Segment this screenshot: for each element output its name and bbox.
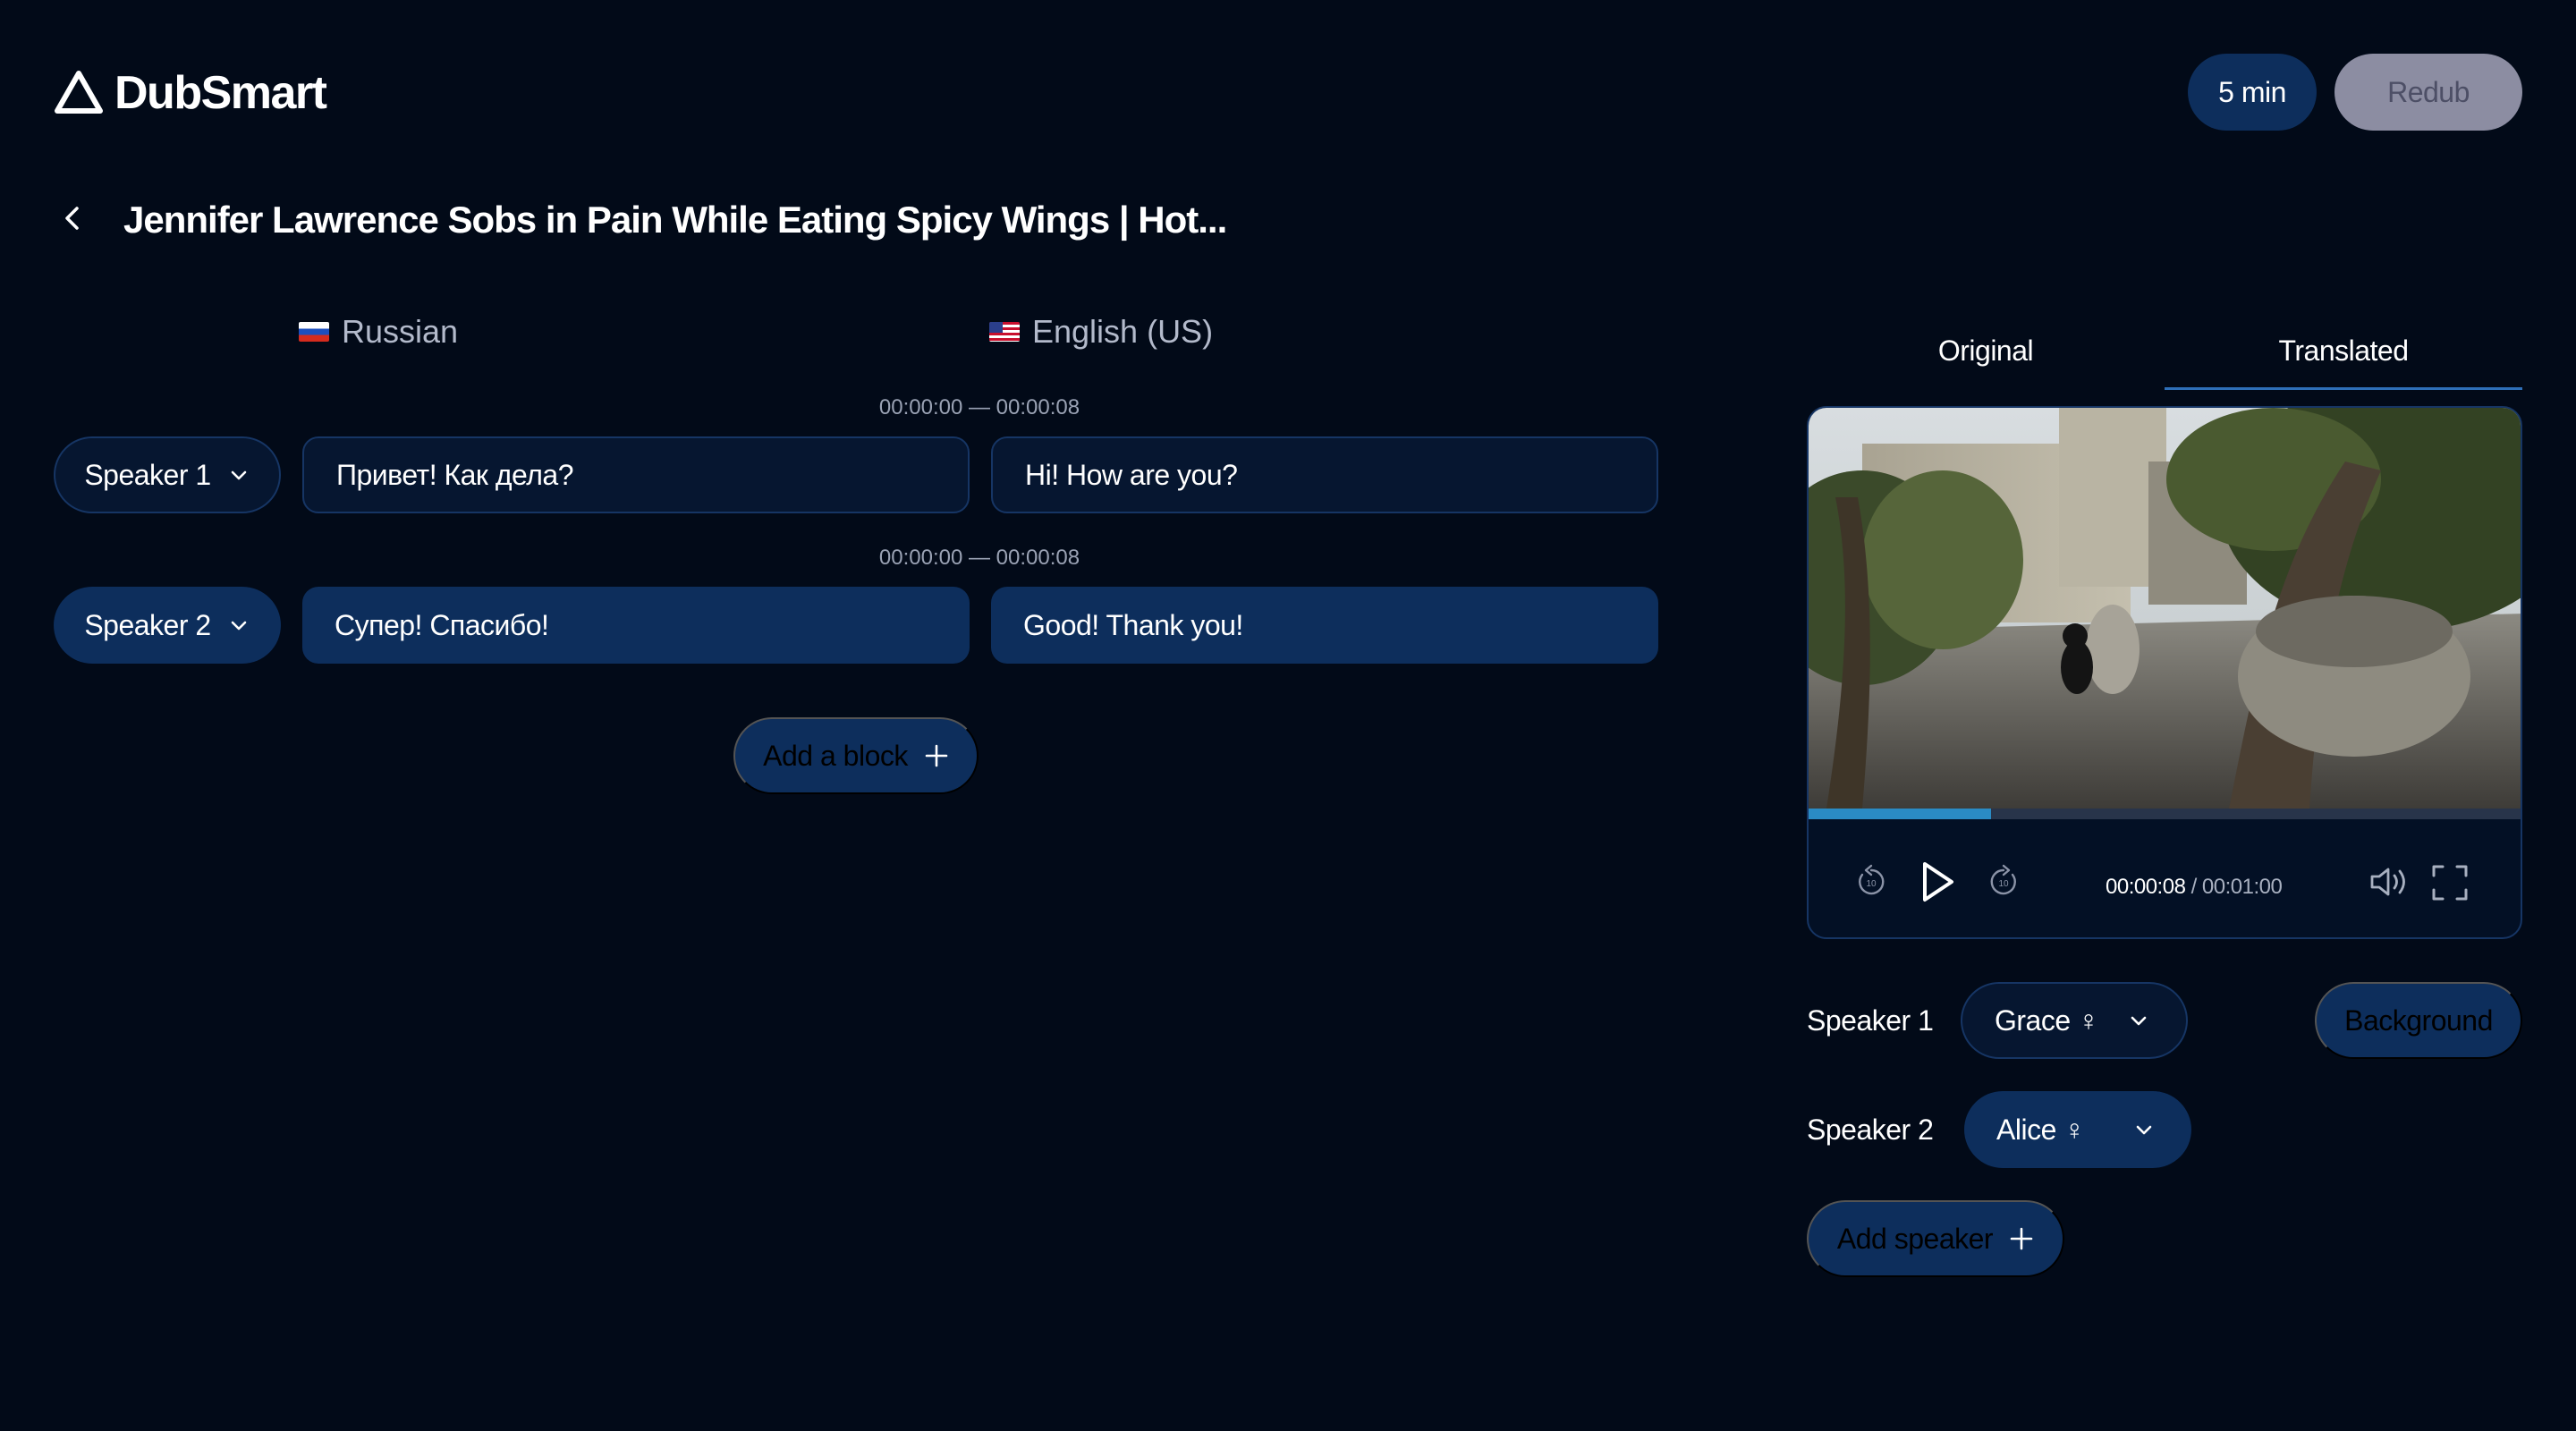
dubbing-editor: DubSmart 5 min Redub Jennifer Lawrence S… [0, 0, 2576, 1431]
back-arrow-icon[interactable] [57, 203, 88, 238]
block-speaker-label: Speaker 1 [84, 458, 211, 491]
chevron-down-icon [231, 621, 246, 631]
rewind-10-icon[interactable]: 10 [1853, 864, 1889, 900]
player-controls: 10 10 00:00:08 / 00:01:00 [1809, 828, 2521, 936]
progress-fill [1809, 809, 1991, 819]
minutes-balance-button[interactable]: 5 min [2188, 54, 2317, 131]
plus-icon [925, 744, 948, 767]
voice-speaker-label: Speaker 1 [1807, 1003, 1934, 1037]
redub-button[interactable]: Redub [2334, 54, 2522, 131]
target-language: English (US) [989, 313, 1213, 351]
logo[interactable]: DubSmart [54, 66, 327, 120]
target-language-label: English (US) [1032, 313, 1214, 350]
voice-row: Speaker 1 Grace ♀ [1807, 982, 2188, 1059]
target-text-field[interactable]: Good! Thank you! [991, 587, 1658, 664]
svg-text:10: 10 [1866, 879, 1877, 889]
target-text-field[interactable]: Hi! How are you? [991, 436, 1658, 513]
block-timecode: 00:00:00 — 00:00:08 [878, 395, 1080, 419]
forward-10-icon[interactable]: 10 [1986, 864, 2021, 900]
voice-select[interactable]: Grace ♀ [1961, 982, 2188, 1059]
voice-name: Grace ♀ [1995, 1003, 2099, 1037]
plus-icon [2010, 1227, 2033, 1250]
video-thumbnail [1809, 408, 2521, 809]
app-name: DubSmart [114, 67, 327, 119]
total-duration: / 00:01:00 [2190, 875, 2283, 899]
source-language: Russian [299, 313, 458, 351]
source-text-field[interactable]: Супер! Спасибо! [302, 587, 970, 664]
title-row: Jennifer Lawrence Sobs in Pain While Eat… [57, 199, 1227, 241]
add-speaker-label: Add speaker [1836, 1222, 1994, 1255]
chevron-down-icon [2131, 1016, 2147, 1026]
background-button[interactable]: Background [2315, 982, 2522, 1059]
play-icon[interactable] [1914, 859, 1959, 905]
page-title: Jennifer Lawrence Sobs in Pain While Eat… [123, 199, 1227, 241]
current-time: 00:00:08 [2106, 875, 2186, 899]
source-language-label: Russian [342, 313, 459, 350]
us-flag-icon [989, 322, 1020, 342]
chevron-down-icon [2136, 1125, 2152, 1135]
voice-name: Alice ♀ [1996, 1113, 2085, 1146]
russia-flag-icon [299, 322, 329, 342]
top-actions: 5 min Redub [2188, 54, 2522, 131]
progress-bar[interactable] [1809, 809, 2521, 819]
preview-tabs: Original Translated [1807, 322, 2522, 390]
voice-speaker-label: Speaker 2 [1807, 1113, 1934, 1146]
block-speaker-label: Speaker 2 [84, 608, 211, 641]
voice-row: Speaker 2 Alice ♀ [1807, 1091, 2191, 1168]
time-readout: 00:00:08 / 00:01:00 [2106, 875, 2283, 900]
video-player: 10 10 00:00:08 / 00:01:00 [1807, 406, 2522, 939]
svg-text:10: 10 [1998, 879, 2009, 889]
voice-select[interactable]: Alice ♀ [1964, 1091, 2191, 1168]
add-block-button[interactable]: Add a block [733, 717, 979, 794]
block-speaker-select[interactable]: Speaker 2 [54, 587, 281, 664]
video-frame[interactable] [1809, 408, 2521, 809]
block-speaker-select[interactable]: Speaker 1 [54, 436, 281, 513]
source-text-field[interactable]: Привет! Как дела? [302, 436, 970, 513]
add-block-label: Add a block [763, 739, 908, 772]
tab-original[interactable]: Original [1807, 322, 2165, 390]
logo-icon [55, 71, 103, 114]
chevron-down-icon [231, 470, 246, 480]
add-speaker-button[interactable]: Add speaker [1807, 1200, 2064, 1277]
tab-translated[interactable]: Translated [2165, 322, 2522, 390]
block-timecode: 00:00:00 — 00:00:08 [878, 546, 1080, 570]
fullscreen-icon[interactable] [2431, 864, 2469, 902]
volume-icon[interactable] [2368, 864, 2411, 900]
